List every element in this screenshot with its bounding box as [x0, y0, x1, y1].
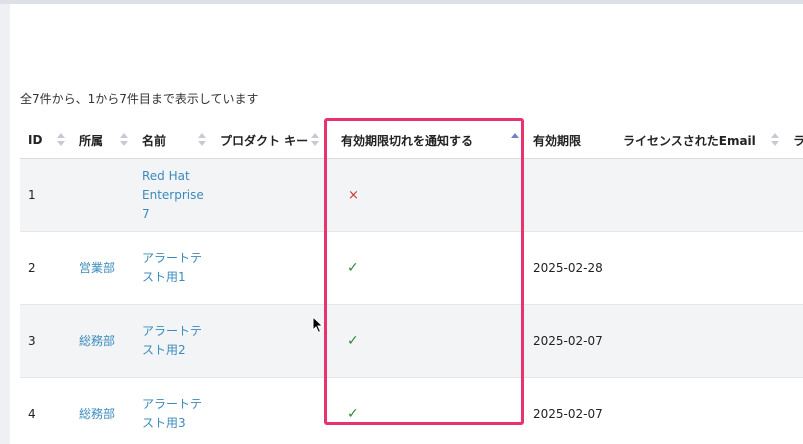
- cell-product-key: [212, 158, 325, 232]
- cell-id: 3: [20, 304, 71, 378]
- cell-expiry: [525, 158, 615, 232]
- column-header-dept[interactable]: 所属: [71, 122, 134, 159]
- cell-email: [615, 304, 785, 378]
- cell-extra: [785, 304, 803, 378]
- column-header-label: 有効期限: [533, 133, 582, 148]
- check-icon: ✓: [347, 332, 359, 349]
- table-header-row: ID 所属 名前 プロダクト キー 有効期限切れを通知する 有効期限 ライセンス…: [20, 122, 803, 159]
- mouse-cursor-icon: [312, 316, 324, 334]
- cell-expiry: 2025-02-07: [525, 377, 615, 444]
- cell-name: アラートテスト用3: [134, 377, 212, 444]
- cell-name: アラートテスト用2: [134, 304, 212, 378]
- cell-name: Red Hat Enterprise 7: [134, 158, 212, 232]
- column-header-product-key[interactable]: プロダクト キー: [212, 122, 325, 159]
- license-name-link[interactable]: Red Hat Enterprise 7: [142, 169, 204, 221]
- cell-expiry: 2025-02-28: [525, 231, 615, 305]
- check-icon: ✓: [347, 259, 359, 276]
- cell-id: 1: [20, 158, 71, 232]
- column-header-label: プロダクト キー: [220, 133, 309, 148]
- license-name-link[interactable]: アラートテスト用1: [142, 251, 202, 284]
- column-header-label: ID: [28, 133, 43, 147]
- sort-icon: [198, 133, 206, 147]
- cell-extra: [785, 158, 803, 232]
- cell-dept: [71, 158, 134, 232]
- check-icon: ✓: [347, 405, 359, 422]
- sort-icon: [311, 133, 319, 147]
- license-name-link[interactable]: アラートテスト用2: [142, 324, 202, 357]
- cell-dept: 総務部: [71, 304, 134, 378]
- column-header-notify-expiry[interactable]: 有効期限切れを通知する: [325, 122, 525, 159]
- sort-icon: [771, 133, 779, 147]
- column-header-id[interactable]: ID: [20, 122, 71, 159]
- column-header-expiry[interactable]: 有効期限: [525, 122, 615, 159]
- cell-expiry: 2025-02-07: [525, 304, 615, 378]
- cell-notify: ×: [325, 158, 525, 232]
- cell-extra: [785, 231, 803, 305]
- cell-id: 4: [20, 377, 71, 444]
- cell-product-key: [212, 231, 325, 305]
- column-header-label: ラ: [793, 133, 803, 148]
- sort-icon: [120, 133, 128, 147]
- column-header-truncated[interactable]: ラ: [785, 122, 803, 159]
- column-header-label: 有効期限切れを通知する: [341, 133, 474, 148]
- cross-icon: ×: [348, 187, 359, 203]
- content-panel: 全7件から、1から7件目まで表示しています ID 所属 名前 プロダクト キー …: [10, 4, 803, 444]
- table-row: 1 Red Hat Enterprise 7 ×: [20, 158, 803, 232]
- column-header-label: 所属: [79, 133, 104, 148]
- cell-extra: [785, 377, 803, 444]
- column-header-licensed-email[interactable]: ライセンスされたEmail: [615, 122, 785, 159]
- license-table: ID 所属 名前 プロダクト キー 有効期限切れを通知する 有効期限 ライセンス…: [20, 122, 803, 444]
- cell-product-key: [212, 377, 325, 444]
- cell-dept: 営業部: [71, 231, 134, 305]
- sort-icon: [57, 133, 65, 147]
- dept-link[interactable]: 営業部: [79, 261, 115, 275]
- cell-email: [615, 377, 785, 444]
- cell-name: アラートテスト用1: [134, 231, 212, 305]
- table-row: 3 総務部 アラートテスト用2 ✓ 2025-02-07: [20, 304, 803, 378]
- cell-product-key: [212, 304, 325, 378]
- column-header-name[interactable]: 名前: [134, 122, 212, 159]
- cell-notify: ✓: [325, 377, 525, 444]
- cell-notify: ✓: [325, 231, 525, 305]
- cell-email: [615, 231, 785, 305]
- sort-ascending-icon: [511, 133, 519, 147]
- cell-email: [615, 158, 785, 232]
- license-name-link[interactable]: アラートテスト用3: [142, 397, 202, 430]
- cell-notify: ✓: [325, 304, 525, 378]
- table-row: 2 営業部 アラートテスト用1 ✓ 2025-02-28: [20, 231, 803, 305]
- table-info: 全7件から、1から7件目まで表示しています: [20, 92, 259, 106]
- dept-link[interactable]: 総務部: [79, 334, 115, 348]
- cell-dept: 総務部: [71, 377, 134, 444]
- table-row: 4 総務部 アラートテスト用3 ✓ 2025-02-07: [20, 377, 803, 444]
- dept-link[interactable]: 総務部: [79, 407, 115, 421]
- cell-id: 2: [20, 231, 71, 305]
- column-header-label: 名前: [142, 133, 167, 148]
- column-header-label: ライセンスされたEmail: [623, 133, 756, 148]
